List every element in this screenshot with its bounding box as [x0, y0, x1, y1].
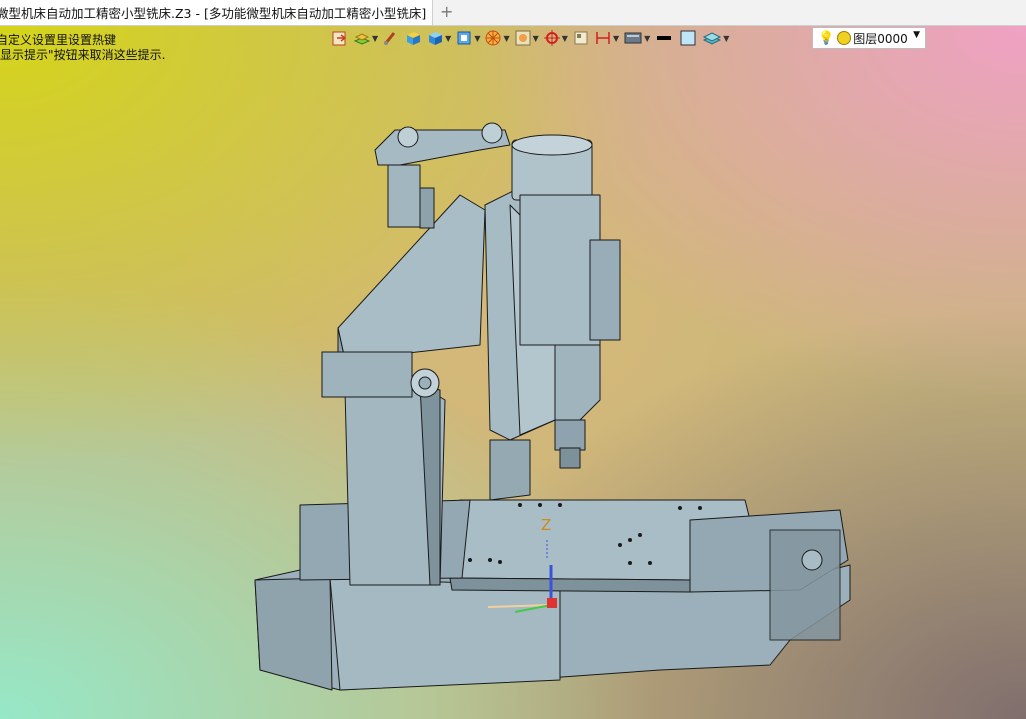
grid-button[interactable]	[571, 28, 591, 48]
spindle-tool	[559, 447, 581, 469]
solid-box-button[interactable]: ▼	[425, 28, 452, 48]
box-color-icon	[407, 32, 421, 45]
render-wheel-icon	[485, 30, 501, 46]
brush-button[interactable]	[381, 28, 401, 48]
dimension-button[interactable]: ▼	[593, 28, 620, 48]
import-button[interactable]	[330, 28, 350, 48]
grid-icon	[574, 31, 588, 45]
zoom-frame-button[interactable]: ▼	[513, 28, 540, 48]
lightbulb-icon[interactable]: 💡	[818, 31, 834, 46]
zoom-frame-icon	[515, 30, 531, 46]
dimension-icon	[596, 32, 610, 44]
layers-move-button[interactable]: ▼	[352, 28, 379, 48]
fill-color-icon	[680, 30, 696, 46]
target-icon	[543, 30, 560, 46]
milling-machine-model	[254, 122, 851, 691]
display-icon	[624, 32, 642, 44]
box-color-button[interactable]	[403, 28, 423, 48]
tab-bar: 微型机床自动加工精密小型铣床.Z3 - [多功能微型机床自动加工精密小型铣床] …	[0, 0, 1026, 26]
fill-color-button[interactable]	[677, 28, 699, 48]
z-motor	[387, 164, 421, 228]
import-icon	[332, 31, 347, 46]
view-cube-button[interactable]: ▼	[454, 28, 481, 48]
brush-icon	[384, 32, 396, 45]
layer-stack-button[interactable]: ▼	[701, 28, 730, 48]
layers-move-icon	[353, 33, 371, 45]
layer-selector[interactable]: 💡 图层0000 ▼	[812, 27, 926, 49]
document-tab-title: 微型机床自动加工精密小型铣床.Z3 - [多功能微型机床自动加工精密小型铣床]	[0, 6, 427, 21]
document-tab[interactable]: 微型机床自动加工精密小型铣床.Z3 - [多功能微型机床自动加工精密小型铣床] …	[0, 0, 433, 25]
layer-status-icon[interactable]	[837, 31, 852, 45]
solid-box-icon	[429, 32, 443, 45]
target-button[interactable]: ▼	[542, 28, 569, 48]
chevron-down-icon[interactable]: ▼	[913, 30, 920, 40]
layer-name: 图层0000	[853, 31, 908, 46]
render-wheel-button[interactable]: ▼	[483, 28, 510, 48]
y-motor-mount	[321, 351, 413, 398]
view-cube-icon	[457, 31, 471, 45]
z-axis-label: Z	[541, 516, 552, 534]
close-icon[interactable]: ✕	[432, 5, 433, 20]
hint-line-2: /显示提示"按钮来取消这些提示.	[0, 48, 166, 62]
3d-viewport[interactable]: 自定义设置里设置热键 /显示提示"按钮来取消这些提示. Z	[0, 26, 1026, 719]
view-toolbar: ▼ ▼ ▼ ▼ ▼ ▼ ▼ ▼ ▼	[330, 27, 730, 49]
layer-stack-icon	[703, 32, 722, 45]
line-color-icon	[657, 36, 672, 40]
line-color-button[interactable]	[653, 28, 675, 48]
plus-icon[interactable]: +	[440, 2, 453, 21]
display-button[interactable]: ▼	[622, 28, 651, 48]
